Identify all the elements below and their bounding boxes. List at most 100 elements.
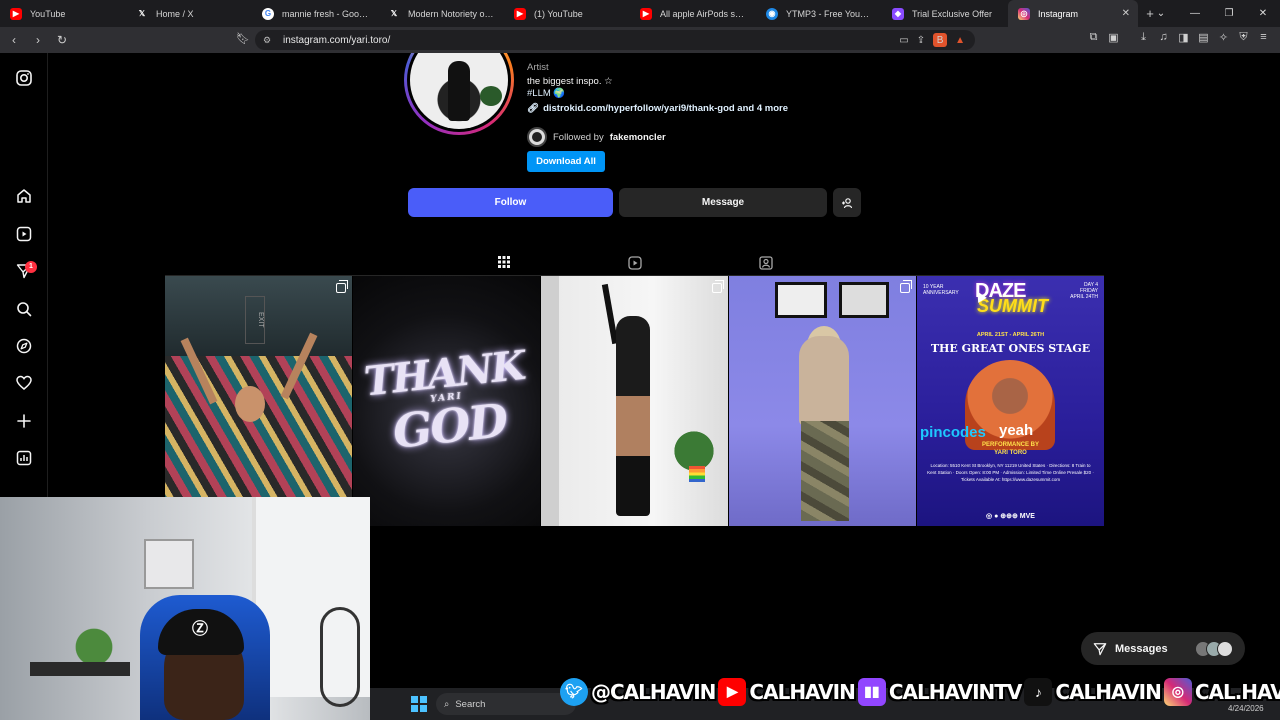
reels-icon[interactable]: [14, 224, 34, 244]
music-icon[interactable]: ♫: [1158, 31, 1169, 44]
followed-by[interactable]: Followed by fakemoncler: [527, 127, 666, 147]
forward-icon[interactable]: ›: [28, 33, 48, 47]
flyer-corner-left: 10 YEAR ANNIVERSARY: [923, 284, 959, 296]
windows-start-icon[interactable]: [411, 696, 427, 712]
flyer-corner-right: DAY 4 FRIDAY APRIL 24TH: [1070, 282, 1098, 300]
browser-tab[interactable]: Gmannie fresh - Google Sea: [252, 0, 378, 27]
messages-drawer-button[interactable]: Messages: [1081, 632, 1245, 665]
close-tab-icon[interactable]: ✕: [1122, 8, 1130, 19]
reels-tab-icon: [628, 255, 642, 270]
download-all-button[interactable]: Download All: [527, 151, 605, 172]
url-bar[interactable]: ⚙ instagram.com/yari.toro/ ▭ ⇪ B ▲: [255, 30, 975, 50]
message-button[interactable]: Message: [619, 188, 827, 217]
back-icon[interactable]: ‹: [4, 33, 24, 47]
vpn-icon[interactable]: ⛨: [1238, 31, 1249, 44]
share-icon[interactable]: ⇪: [917, 35, 925, 46]
heart-icon[interactable]: [14, 373, 34, 393]
tiktok-icon: ♪: [1024, 677, 1053, 706]
add-person-icon: [842, 197, 853, 208]
wallet-icon[interactable]: ▣: [1108, 31, 1119, 44]
profile-avatar[interactable]: [404, 53, 514, 135]
post-thumbnail[interactable]: THANK YARI GOD: [353, 276, 540, 526]
browser-tab[interactable]: ◆ Trial Exclusive Offer: [882, 0, 1008, 27]
search-icon: ⌕: [444, 698, 450, 710]
downloads-icon[interactable]: ⤓: [1138, 31, 1149, 44]
browser-tab[interactable]: ▶ YouTube: [0, 0, 126, 27]
globe-icon: ◉: [766, 7, 778, 20]
profile-hashtag-link[interactable]: #LLM 🌍: [527, 88, 565, 99]
x-icon: 𝕏: [138, 9, 146, 18]
flyer-footer: ◎ ● ⊕⊕⊕ MVE: [986, 513, 1035, 520]
link-icon: 🔗︎: [527, 103, 540, 114]
messages-label: Messages: [1115, 642, 1168, 655]
social-instagram: ◎ CAL.HAVIN: [1163, 677, 1280, 706]
browser-tab[interactable]: 𝕏Modern Notoriety on X: "I: [378, 0, 504, 27]
carousel-icon: [712, 280, 724, 293]
bookmark-icon[interactable]: 🔖︎: [236, 32, 250, 45]
follower-avatar: [527, 127, 547, 147]
avatar-photo: [410, 53, 508, 129]
flyer-dates: APRIL 21ST - APRIL 26TH: [976, 332, 1045, 338]
maximize-icon[interactable]: ❐: [1212, 8, 1246, 19]
notification-badge: 1: [25, 261, 37, 273]
exit-sign: EXIT: [245, 296, 265, 344]
twitch-icon: ▮▮: [857, 677, 886, 706]
social-banner: 🐦︎ @CALHAVIN ▶ CALHAVIN ▮▮ CALHAVINTV ♪ …: [560, 673, 1280, 710]
taskbar-search[interactable]: ⌕ Search: [436, 693, 576, 715]
send-icon: [1093, 642, 1107, 655]
tab-reels[interactable]: [613, 249, 657, 276]
reload-icon[interactable]: ↻: [52, 33, 72, 47]
home-icon[interactable]: [14, 186, 34, 206]
youtube-icon: ▶: [640, 7, 652, 20]
twitter-icon: 🐦︎: [560, 677, 588, 706]
follow-button[interactable]: Follow: [408, 188, 613, 217]
flyer-performance-by: PERFORMANCE BY: [981, 442, 1039, 448]
suggested-accounts-button[interactable]: [833, 188, 861, 217]
x-icon: 𝕏: [390, 9, 398, 18]
wallet2-icon[interactable]: ▤: [1198, 31, 1209, 44]
leo-ai-icon[interactable]: ✧: [1218, 31, 1229, 44]
minimize-icon[interactable]: —: [1178, 8, 1212, 19]
menu-icon[interactable]: ≡: [1258, 31, 1269, 44]
browser-tab-bar: ▶ YouTube 𝕏 Home / X Gmannie fresh - Googl…: [0, 0, 1280, 27]
social-youtube: ▶ CALHAVIN: [718, 677, 856, 706]
brave-shields-icon[interactable]: B: [933, 33, 948, 47]
search-icon[interactable]: [14, 299, 34, 319]
cast-icon[interactable]: ▭: [899, 35, 908, 46]
instagram-icon: ◎: [1018, 7, 1030, 20]
browser-tab[interactable]: ▶ (1) YouTube: [504, 0, 630, 27]
browser-tab-active[interactable]: ◎ Instagram ✕: [1008, 0, 1138, 27]
tagged-icon: [759, 255, 773, 270]
url-text: instagram.com/yari.toro/: [283, 34, 391, 46]
post-thumbnail[interactable]: EXIT: [165, 276, 352, 526]
sidebar-toggle-icon[interactable]: ◨: [1178, 31, 1189, 44]
tab-search-icon[interactable]: ⌄: [1144, 8, 1178, 19]
posts-grid: EXIT THANK YARI GOD 10 YEAR ANNIVERSARY …: [165, 276, 1104, 526]
profile-external-link[interactable]: 🔗︎ distrokid.com/hyperfollow/yari9/thank…: [527, 103, 788, 114]
post-thumbnail[interactable]: [541, 276, 728, 526]
close-window-icon[interactable]: ✕: [1246, 8, 1280, 19]
create-icon[interactable]: [14, 411, 34, 431]
youtube-icon: ▶: [10, 7, 22, 20]
carousel-icon: [336, 280, 348, 293]
explore-icon[interactable]: [14, 336, 34, 356]
extensions-icon[interactable]: ⧉: [1088, 31, 1099, 44]
tab-tagged[interactable]: [744, 249, 788, 276]
cap-logo-icon: Ⓩ: [191, 621, 208, 638]
post-thumbnail[interactable]: [729, 276, 916, 526]
site-info-icon[interactable]: ⚙: [263, 35, 275, 46]
overlay-text-right: yeah: [999, 422, 1034, 439]
profile-category: Artist: [527, 62, 549, 73]
dashboard-icon[interactable]: [14, 448, 34, 468]
google-icon: G: [262, 7, 274, 20]
browser-tab[interactable]: 𝕏 Home / X: [126, 0, 252, 27]
webcam-overlay: Ⓩ: [0, 497, 370, 720]
tab-posts[interactable]: [482, 249, 526, 276]
browser-tab[interactable]: ◉YTMP3 - Free YouTube to: [756, 0, 882, 27]
post-thumbnail[interactable]: 10 YEAR ANNIVERSARY DAY 4 FRIDAY APRIL 2…: [917, 276, 1104, 526]
browser-tab[interactable]: ▶All apple AirPods sound ef: [630, 0, 756, 27]
flyer-details: Location: 5510 Kent St Brooklyn, NY 1121…: [927, 463, 1094, 482]
rewards-icon[interactable]: ▲: [955, 35, 965, 46]
flyer-performer: YARI TORO: [994, 450, 1027, 456]
instagram-logo-icon[interactable]: [14, 68, 34, 88]
